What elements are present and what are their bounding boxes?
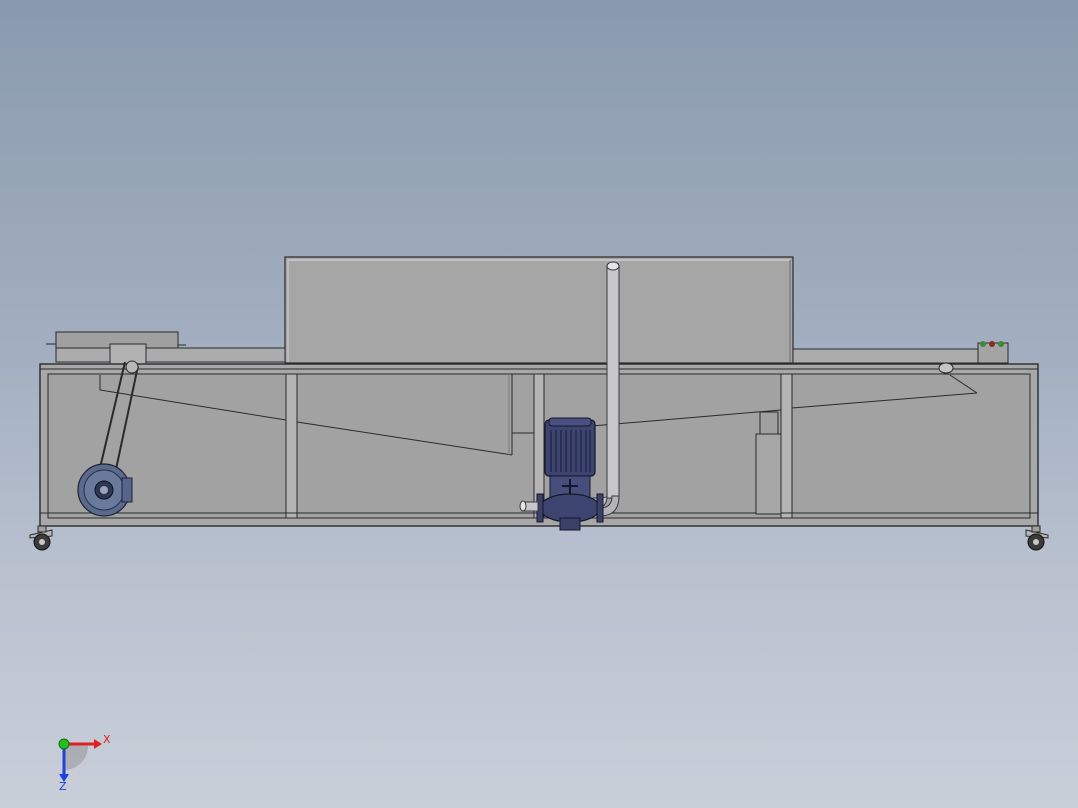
caster-right[interactable]	[1025, 525, 1049, 551]
top-hood[interactable]	[284, 256, 794, 364]
x-axis-label: X	[103, 733, 111, 746]
left-conveyor[interactable]	[46, 331, 286, 365]
green-indicator-icon	[980, 341, 986, 347]
right-conveyor[interactable]	[792, 341, 1009, 364]
cad-viewport[interactable]: X Z	[0, 0, 1078, 808]
green-indicator-icon	[998, 341, 1004, 347]
red-indicator-icon	[989, 341, 995, 347]
z-axis-label: Z	[59, 780, 67, 793]
machine-model[interactable]: X Z	[0, 0, 1078, 808]
coordinate-triad[interactable]: X Z	[58, 733, 111, 793]
y-axis-origin-icon	[58, 738, 70, 750]
caster-left[interactable]	[29, 525, 53, 551]
